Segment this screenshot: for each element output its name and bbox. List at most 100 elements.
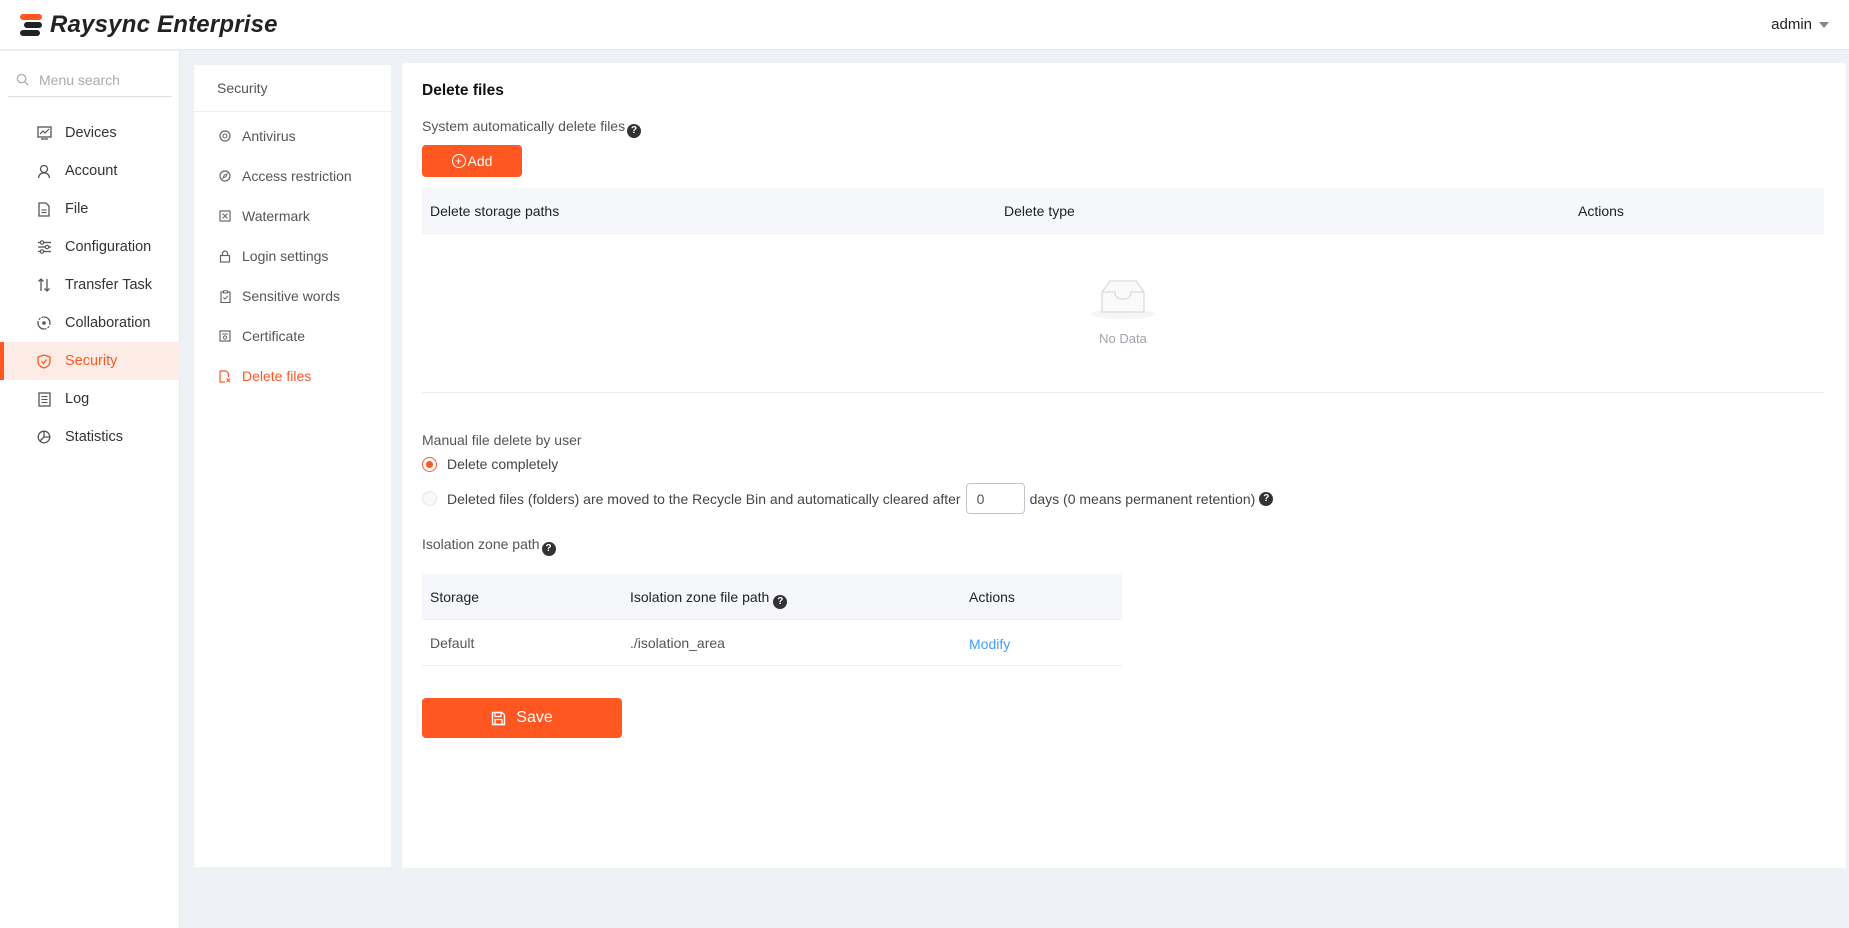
sidebar-item-devices[interactable]: Devices <box>0 114 180 152</box>
isolation-label-row: Isolation zone path? <box>422 536 556 556</box>
sidebar-item-label: Account <box>65 163 118 179</box>
column-header: Delete storage paths <box>430 202 560 219</box>
subpanel-item-label: Antivirus <box>242 128 296 144</box>
table-empty-state: No Data <box>422 234 1824 393</box>
subpanel-item-access-restriction[interactable]: Access restriction <box>194 156 391 196</box>
add-button[interactable]: + Add <box>422 145 522 177</box>
sidebar: Devices Account File Configuration Trans… <box>0 51 180 928</box>
subpanel-item-sensitive-words[interactable]: Sensitive words <box>194 276 391 316</box>
sidebar-item-label: Statistics <box>65 429 124 445</box>
isolation-label: Isolation zone path <box>422 536 540 552</box>
security-subpanel: Security Antivirus Access restriction Wa… <box>194 65 391 867</box>
sidebar-item-account[interactable]: Account <box>0 152 180 190</box>
sidebar-item-label: Collaboration <box>65 315 151 331</box>
retention-days-input[interactable] <box>965 483 1025 514</box>
monitor-chart-icon <box>36 125 52 141</box>
storage-cell: Default <box>430 635 475 651</box>
help-icon[interactable]: ? <box>773 594 788 609</box>
sidebar-item-label: Devices <box>65 125 117 141</box>
subpanel-title: Security <box>194 65 391 112</box>
add-button-label: Add <box>467 153 493 169</box>
certificate-icon <box>218 329 232 343</box>
sidebar-item-file[interactable]: File <box>0 190 180 228</box>
menu-search <box>8 63 172 97</box>
option-label: Deleted files (folders) are moved to the… <box>447 490 961 507</box>
empty-text: No Data <box>1099 331 1147 346</box>
clipboard-icon <box>218 289 232 303</box>
subpanel-item-antivirus[interactable]: Antivirus <box>194 116 391 156</box>
subpanel-item-label: Access restriction <box>242 168 352 184</box>
subpanel-item-label: Watermark <box>242 208 310 224</box>
caret-down-icon <box>1819 21 1829 28</box>
subpanel-item-label: Certificate <box>242 328 306 344</box>
auto-delete-table: Delete storage paths Delete type Actions… <box>422 188 1824 393</box>
transfer-arrows-icon <box>36 277 52 293</box>
sidebar-item-statistics[interactable]: Statistics <box>0 418 180 456</box>
sidebar-item-label: Log <box>65 391 90 407</box>
page-title: Delete files <box>422 82 504 99</box>
menu-search-input[interactable] <box>39 71 159 88</box>
pie-chart-icon <box>36 429 52 445</box>
sidebar-item-collaboration[interactable]: Collaboration <box>0 304 180 342</box>
option-label: Delete completely <box>447 456 559 472</box>
plus-circle-icon: + <box>451 154 466 168</box>
table-header: Storage Isolation zone file path? Action… <box>422 574 1122 620</box>
isolation-table: Storage Isolation zone file path? Action… <box>422 574 1122 666</box>
subpanel-item-delete-files[interactable]: Delete files <box>194 356 391 396</box>
subpanel-item-watermark[interactable]: Watermark <box>194 196 391 236</box>
column-header: Isolation zone file path <box>630 589 770 605</box>
app-logo[interactable]: Raysync Enterprise <box>18 11 278 39</box>
delete-file-icon <box>218 369 232 383</box>
modify-link[interactable]: Modify <box>969 636 1010 652</box>
auto-delete-label: System automatically delete files <box>422 118 626 134</box>
help-icon[interactable]: ? <box>627 123 642 138</box>
help-icon[interactable]: ? <box>1259 491 1274 506</box>
save-button[interactable]: Save <box>422 698 622 738</box>
option-recycle-bin[interactable]: Deleted files (folders) are moved to the… <box>422 483 1274 514</box>
file-icon <box>36 201 52 217</box>
radio-unchecked[interactable] <box>422 491 437 506</box>
path-cell: ./isolation_area <box>630 635 725 651</box>
radio-checked[interactable] <box>422 456 437 472</box>
shield-icon <box>36 353 52 369</box>
subpanel-item-certificate[interactable]: Certificate <box>194 316 391 356</box>
sidebar-item-security[interactable]: Security <box>0 342 180 380</box>
sidebar-item-label: Security <box>65 353 118 369</box>
save-button-label: Save <box>516 709 553 726</box>
help-icon[interactable]: ? <box>541 541 556 556</box>
collaboration-icon <box>36 315 52 331</box>
sidebar-item-label: Transfer Task <box>65 277 153 293</box>
log-icon <box>36 391 52 407</box>
virus-icon <box>218 129 232 143</box>
sidebar-item-log[interactable]: Log <box>0 380 180 418</box>
manual-delete-label: Manual file delete by user <box>422 432 582 448</box>
auto-delete-label-row: System automatically delete files? <box>422 118 642 138</box>
sidebar-item-label: File <box>65 201 89 217</box>
sliders-icon <box>36 239 52 255</box>
column-header: Storage <box>430 589 480 605</box>
subpanel-item-login-settings[interactable]: Login settings <box>194 236 391 276</box>
save-icon <box>492 711 506 725</box>
watermark-icon <box>218 209 232 223</box>
column-header: Delete type <box>1004 202 1075 219</box>
empty-inbox-icon <box>1091 280 1155 319</box>
subpanel-item-label: Sensitive words <box>242 288 341 304</box>
column-header: Actions <box>969 589 1015 605</box>
raysync-logo-icon <box>18 12 44 38</box>
top-header: Raysync Enterprise admin <box>0 0 1849 50</box>
search-icon <box>16 73 29 86</box>
subpanel-item-label: Delete files <box>242 368 312 384</box>
sidebar-item-label: Configuration <box>65 239 152 255</box>
table-row: Default ./isolation_area Modify <box>422 620 1122 666</box>
lock-icon <box>218 249 232 263</box>
sidebar-item-transfer-task[interactable]: Transfer Task <box>0 266 180 304</box>
column-header-with-help: Isolation zone file path? <box>630 589 788 609</box>
option-label-suffix: days (0 means permanent retention) <box>1029 490 1256 507</box>
sidebar-item-configuration[interactable]: Configuration <box>0 228 180 266</box>
main-content: Delete files System automatically delete… <box>402 63 1846 868</box>
compass-icon <box>218 169 232 183</box>
user-menu[interactable]: admin <box>1771 16 1829 33</box>
option-delete-completely[interactable]: Delete completely <box>422 456 558 472</box>
subpanel-item-label: Login settings <box>242 248 329 264</box>
column-header: Actions <box>1578 202 1624 219</box>
